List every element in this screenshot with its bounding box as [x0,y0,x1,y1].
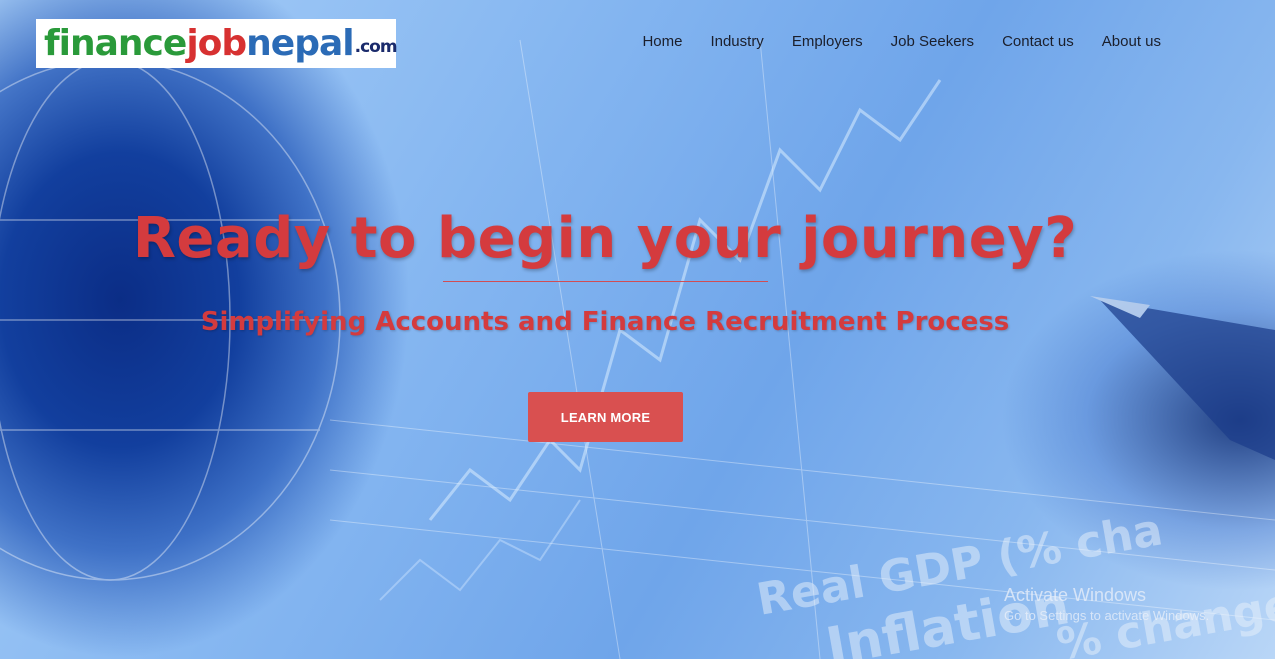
windows-activation-watermark: Activate Windows Go to Settings to activ… [1004,585,1209,623]
nav-link-contact[interactable]: Contact us [1002,33,1074,50]
watermark-title: Activate Windows [1004,585,1147,605]
hero-section: Real GDP (% cha Inflation % change finan… [0,0,1275,659]
learn-more-button[interactable]: LEARN MORE [528,392,683,442]
nav-link-home[interactable]: Home [642,33,682,50]
logo-text-finance: finance [44,23,187,64]
nav-link-employers[interactable]: Employers [792,33,863,50]
hero-subheadline: Simplifying Accounts and Finance Recruit… [200,307,1010,337]
hero-headline: Ready to begin your journey? [132,206,1078,271]
main-navigation: Home Industry Employers Job Seekers Cont… [642,33,1161,50]
logo-text-com: .com [354,37,398,57]
logo-text-nepal: nepal [246,23,354,64]
nav-link-industry[interactable]: Industry [710,33,763,50]
nav-link-job-seekers[interactable]: Job Seekers [891,33,974,50]
nav-link-about[interactable]: About us [1102,33,1161,50]
logo-text-job: job [186,23,247,64]
watermark-subtitle: Go to Settings to activate Windows. [1004,608,1210,623]
headline-divider [443,281,768,282]
site-logo[interactable]: finance job nepal .com [36,19,398,68]
